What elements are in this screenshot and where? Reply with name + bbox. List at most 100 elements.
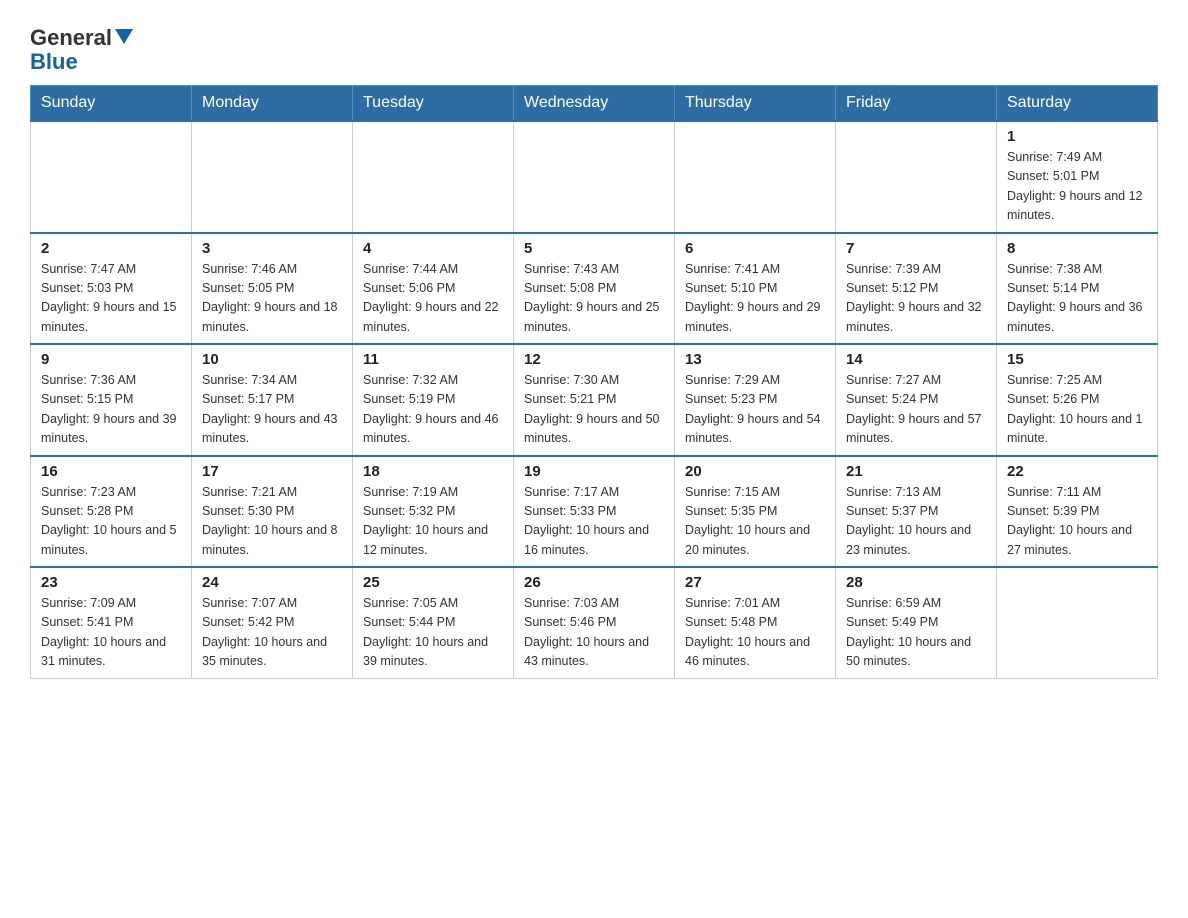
day-info: Sunrise: 6:59 AMSunset: 5:49 PMDaylight:… xyxy=(846,594,986,672)
weekday-header-sunday: Sunday xyxy=(31,86,192,122)
day-number: 22 xyxy=(1007,463,1147,480)
day-info: Sunrise: 7:34 AMSunset: 5:17 PMDaylight:… xyxy=(202,371,342,449)
calendar-cell xyxy=(192,121,353,233)
calendar-cell: 24 Sunrise: 7:07 AMSunset: 5:42 PMDayligh… xyxy=(192,567,353,678)
week-row-4: 16Sunrise: 7:23 AMSunset: 5:28 PMDayligh… xyxy=(31,456,1158,568)
day-number: 3 xyxy=(202,240,342,257)
day-info: Sunrise: 7:44 AMSunset: 5:06 PMDaylight:… xyxy=(363,260,503,338)
day-info: Sunrise: 7:30 AMSunset: 5:21 PMDaylight:… xyxy=(524,371,664,449)
page-header: General Blue xyxy=(30,20,1158,75)
day-number: 18 xyxy=(363,463,503,480)
day-info: Sunrise: 7:27 AMSunset: 5:24 PMDaylight:… xyxy=(846,371,986,449)
calendar-cell: 25Sunrise: 7:05 AMSunset: 5:44 PMDayligh… xyxy=(353,567,514,678)
calendar-cell: 13 Sunrise: 7:29 AMSunset: 5:23 PMDayligh… xyxy=(675,344,836,456)
day-info: Sunrise: 7:46 AMSunset: 5:05 PMDaylight:… xyxy=(202,260,342,338)
day-number: 19 xyxy=(524,463,664,480)
day-info: Sunrise: 7:41 AMSunset: 5:10 PMDaylight:… xyxy=(685,260,825,338)
day-info: Sunrise: 7:19 AMSunset: 5:32 PMDaylight:… xyxy=(363,483,503,561)
day-number: 23 xyxy=(41,574,181,591)
calendar-cell: 4Sunrise: 7:44 AMSunset: 5:06 PMDaylight… xyxy=(353,233,514,345)
logo: General Blue xyxy=(30,20,136,75)
week-row-3: 9 Sunrise: 7:36 AMSunset: 5:15 PMDaylight… xyxy=(31,344,1158,456)
calendar-cell: 5 Sunrise: 7:43 AMSunset: 5:08 PMDaylight… xyxy=(514,233,675,345)
calendar-cell: 15 Sunrise: 7:25 AMSunset: 5:26 PMDayligh… xyxy=(997,344,1158,456)
day-number: 6 xyxy=(685,240,825,257)
calendar-cell: 7 Sunrise: 7:39 AMSunset: 5:12 PMDaylight… xyxy=(836,233,997,345)
day-number: 9 xyxy=(41,351,181,368)
day-info: Sunrise: 7:43 AMSunset: 5:08 PMDaylight:… xyxy=(524,260,664,338)
day-number: 24 xyxy=(202,574,342,591)
calendar-cell: 18 Sunrise: 7:19 AMSunset: 5:32 PMDayligh… xyxy=(353,456,514,568)
logo-triangle-icon xyxy=(115,29,133,44)
logo-blue-text: Blue xyxy=(30,49,78,74)
day-info: Sunrise: 7:38 AMSunset: 5:14 PMDaylight:… xyxy=(1007,260,1147,338)
day-number: 11 xyxy=(363,351,503,368)
day-number: 27 xyxy=(685,574,825,591)
day-info: Sunrise: 7:21 AMSunset: 5:30 PMDaylight:… xyxy=(202,483,342,561)
weekday-header-row: SundayMondayTuesdayWednesdayThursdayFrid… xyxy=(31,86,1158,122)
week-row-5: 23 Sunrise: 7:09 AMSunset: 5:41 PMDayligh… xyxy=(31,567,1158,678)
week-row-1: 1 Sunrise: 7:49 AMSunset: 5:01 PMDaylight… xyxy=(31,121,1158,233)
day-info: Sunrise: 7:49 AMSunset: 5:01 PMDaylight:… xyxy=(1007,148,1147,226)
weekday-header-thursday: Thursday xyxy=(675,86,836,122)
day-info: Sunrise: 7:25 AMSunset: 5:26 PMDaylight:… xyxy=(1007,371,1147,449)
calendar-cell: 2 Sunrise: 7:47 AMSunset: 5:03 PMDaylight… xyxy=(31,233,192,345)
day-info: Sunrise: 7:29 AMSunset: 5:23 PMDaylight:… xyxy=(685,371,825,449)
calendar-cell: 27 Sunrise: 7:01 AMSunset: 5:48 PMDayligh… xyxy=(675,567,836,678)
calendar-cell: 28Sunrise: 6:59 AMSunset: 5:49 PMDayligh… xyxy=(836,567,997,678)
calendar-table: SundayMondayTuesdayWednesdayThursdayFrid… xyxy=(30,85,1158,679)
day-info: Sunrise: 7:09 AMSunset: 5:41 PMDaylight:… xyxy=(41,594,181,672)
day-info: Sunrise: 7:47 AMSunset: 5:03 PMDaylight:… xyxy=(41,260,181,338)
day-number: 12 xyxy=(524,351,664,368)
day-info: Sunrise: 7:36 AMSunset: 5:15 PMDaylight:… xyxy=(41,371,181,449)
calendar-cell: 17 Sunrise: 7:21 AMSunset: 5:30 PMDayligh… xyxy=(192,456,353,568)
calendar-cell: 19 Sunrise: 7:17 AMSunset: 5:33 PMDayligh… xyxy=(514,456,675,568)
calendar-cell: 21 Sunrise: 7:13 AMSunset: 5:37 PMDayligh… xyxy=(836,456,997,568)
calendar-cell: 16Sunrise: 7:23 AMSunset: 5:28 PMDayligh… xyxy=(31,456,192,568)
calendar-cell xyxy=(836,121,997,233)
calendar-cell: 9 Sunrise: 7:36 AMSunset: 5:15 PMDaylight… xyxy=(31,344,192,456)
day-number: 5 xyxy=(524,240,664,257)
day-number: 25 xyxy=(363,574,503,591)
week-row-2: 2 Sunrise: 7:47 AMSunset: 5:03 PMDaylight… xyxy=(31,233,1158,345)
day-number: 15 xyxy=(1007,351,1147,368)
day-info: Sunrise: 7:23 AMSunset: 5:28 PMDaylight:… xyxy=(41,483,181,561)
day-info: Sunrise: 7:03 AMSunset: 5:46 PMDaylight:… xyxy=(524,594,664,672)
day-number: 13 xyxy=(685,351,825,368)
day-number: 8 xyxy=(1007,240,1147,257)
calendar-cell xyxy=(514,121,675,233)
weekday-header-tuesday: Tuesday xyxy=(353,86,514,122)
day-number: 20 xyxy=(685,463,825,480)
day-number: 14 xyxy=(846,351,986,368)
weekday-header-friday: Friday xyxy=(836,86,997,122)
day-number: 17 xyxy=(202,463,342,480)
day-number: 2 xyxy=(41,240,181,257)
day-number: 7 xyxy=(846,240,986,257)
day-number: 26 xyxy=(524,574,664,591)
day-number: 21 xyxy=(846,463,986,480)
day-info: Sunrise: 7:17 AMSunset: 5:33 PMDaylight:… xyxy=(524,483,664,561)
calendar-cell: 12 Sunrise: 7:30 AMSunset: 5:21 PMDayligh… xyxy=(514,344,675,456)
calendar-cell: 11 Sunrise: 7:32 AMSunset: 5:19 PMDayligh… xyxy=(353,344,514,456)
day-info: Sunrise: 7:01 AMSunset: 5:48 PMDaylight:… xyxy=(685,594,825,672)
day-info: Sunrise: 7:13 AMSunset: 5:37 PMDaylight:… xyxy=(846,483,986,561)
calendar-cell xyxy=(353,121,514,233)
calendar-cell: 6 Sunrise: 7:41 AMSunset: 5:10 PMDaylight… xyxy=(675,233,836,345)
calendar-cell: 8 Sunrise: 7:38 AMSunset: 5:14 PMDaylight… xyxy=(997,233,1158,345)
calendar-cell: 14 Sunrise: 7:27 AMSunset: 5:24 PMDayligh… xyxy=(836,344,997,456)
calendar-cell xyxy=(31,121,192,233)
day-info: Sunrise: 7:39 AMSunset: 5:12 PMDaylight:… xyxy=(846,260,986,338)
day-info: Sunrise: 7:32 AMSunset: 5:19 PMDaylight:… xyxy=(363,371,503,449)
weekday-header-saturday: Saturday xyxy=(997,86,1158,122)
calendar-cell: 10 Sunrise: 7:34 AMSunset: 5:17 PMDayligh… xyxy=(192,344,353,456)
calendar-cell: 23 Sunrise: 7:09 AMSunset: 5:41 PMDayligh… xyxy=(31,567,192,678)
day-number: 10 xyxy=(202,351,342,368)
weekday-header-wednesday: Wednesday xyxy=(514,86,675,122)
day-info: Sunrise: 7:07 AMSunset: 5:42 PMDaylight:… xyxy=(202,594,342,672)
calendar-cell: 3 Sunrise: 7:46 AMSunset: 5:05 PMDaylight… xyxy=(192,233,353,345)
calendar-cell: 26 Sunrise: 7:03 AMSunset: 5:46 PMDayligh… xyxy=(514,567,675,678)
calendar-cell xyxy=(675,121,836,233)
day-number: 1 xyxy=(1007,128,1147,145)
logo-general-text: General xyxy=(30,25,112,51)
calendar-cell xyxy=(997,567,1158,678)
